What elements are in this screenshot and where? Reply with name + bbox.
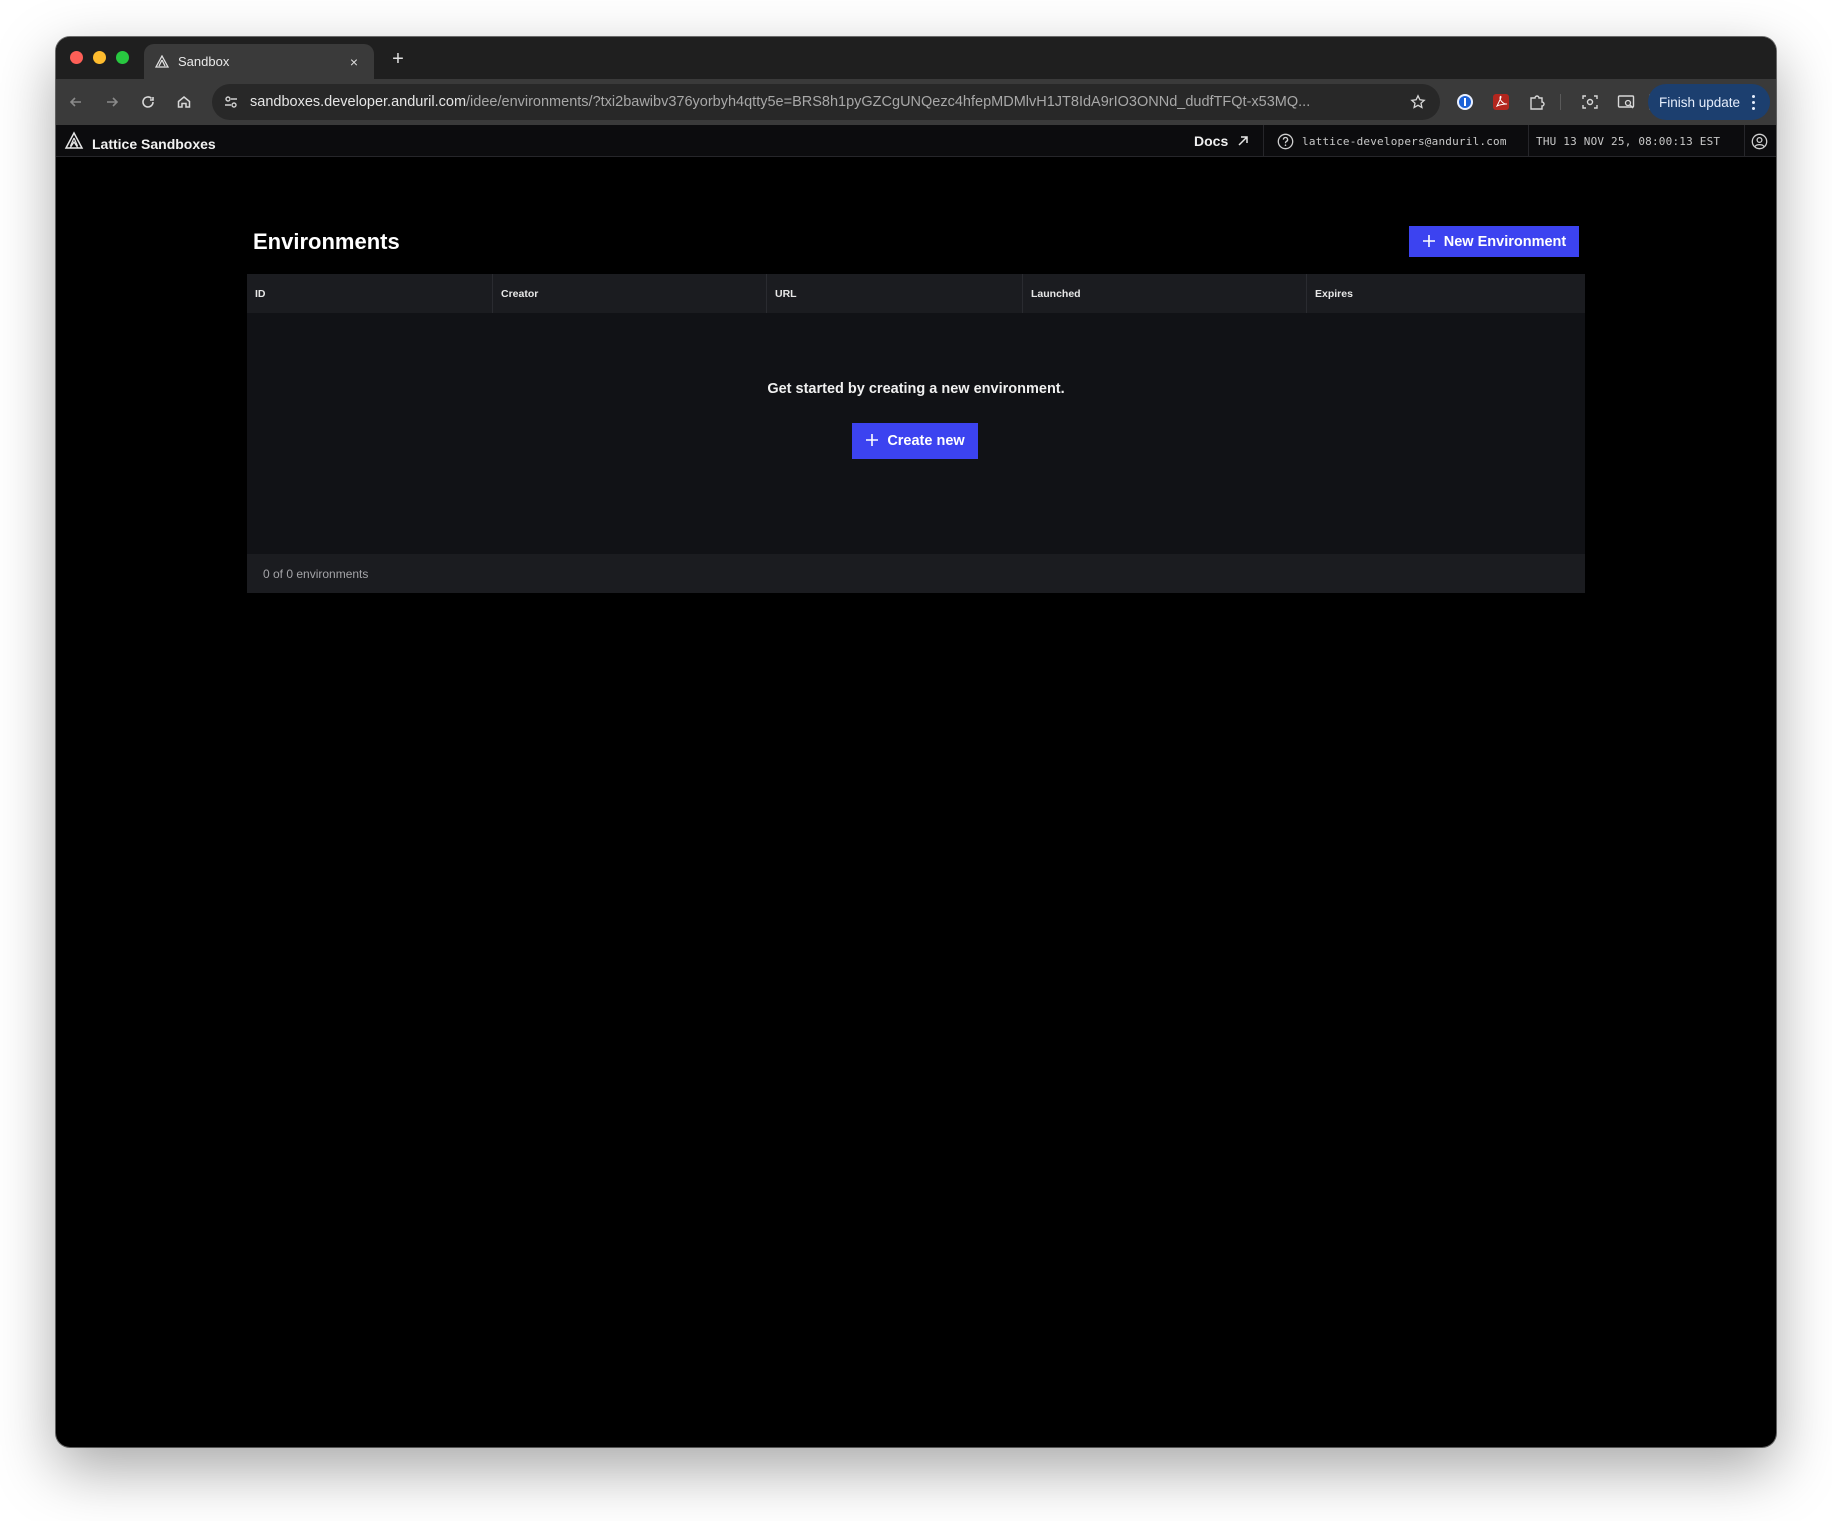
toolbar-divider	[1560, 94, 1561, 110]
table-header: ID Creator URL Launched Expires	[247, 274, 1585, 313]
brand[interactable]: Lattice Sandboxes	[64, 131, 216, 156]
user-email: lattice-developers@anduril.com	[1302, 134, 1507, 148]
plus-icon	[865, 432, 879, 450]
lattice-logo-icon	[64, 131, 84, 156]
tab-close-icon[interactable]: ×	[346, 54, 362, 70]
reload-icon[interactable]	[136, 90, 160, 114]
lattice-logo-icon	[154, 54, 170, 70]
url-host: sandboxes.developer.anduril.com	[250, 94, 467, 110]
column-header-launched[interactable]: Launched	[1023, 274, 1307, 313]
docs-link[interactable]: Docs	[1194, 125, 1250, 157]
1password-icon[interactable]	[1453, 90, 1477, 114]
tab-strip: Sandbox × +	[56, 37, 1776, 79]
arrow-right-icon[interactable]	[100, 90, 124, 114]
help-circle-icon[interactable]	[1277, 133, 1294, 150]
create-new-label: Create new	[887, 433, 965, 449]
docs-label: Docs	[1194, 133, 1229, 149]
header-divider	[1263, 125, 1264, 157]
user-circle-icon[interactable]	[1751, 133, 1768, 150]
finish-update-button[interactable]: Finish update	[1648, 84, 1770, 120]
url-path: /idee/environments/?txi2bawibv376yorbyh4…	[466, 94, 1311, 110]
arrow-left-icon[interactable]	[64, 90, 88, 114]
browser-tab-active[interactable]: Sandbox ×	[144, 44, 374, 79]
puzzle-icon[interactable]	[1525, 90, 1549, 114]
tab-title: Sandbox	[178, 54, 230, 69]
brand-title: Lattice Sandboxes	[92, 135, 216, 152]
new-tab-button[interactable]: +	[386, 47, 410, 71]
home-icon[interactable]	[172, 90, 196, 114]
star-icon[interactable]	[1408, 92, 1428, 112]
app-header: Lattice Sandboxes Docs lattice-developer…	[56, 125, 1776, 157]
maximize-window-button[interactable]	[116, 51, 129, 64]
header-divider	[1744, 125, 1745, 157]
minimize-window-button[interactable]	[93, 51, 106, 64]
tune-icon[interactable]	[220, 91, 242, 113]
create-new-button[interactable]: Create new	[852, 423, 978, 459]
browser-toolbar: sandboxes.developer.anduril.com/idee/env…	[56, 79, 1776, 125]
page-title: Environments	[253, 229, 400, 254]
datetime-text: THU 13 NOV 25, 08:00:13 EST	[1536, 134, 1721, 148]
datetime-display: THU 13 NOV 25, 08:00:13 EST	[1536, 125, 1720, 157]
account-button[interactable]	[1751, 125, 1768, 157]
new-environment-label: New Environment	[1443, 233, 1567, 250]
finish-update-label: Finish update	[1659, 94, 1741, 110]
column-header-id[interactable]: ID	[247, 274, 493, 313]
close-window-button[interactable]	[70, 51, 83, 64]
acrobat-icon[interactable]	[1489, 90, 1513, 114]
help-user[interactable]: lattice-developers@anduril.com	[1277, 125, 1507, 157]
column-header-expires[interactable]: Expires	[1307, 274, 1585, 313]
empty-state-message: Get started by creating a new environmen…	[767, 381, 1065, 397]
column-header-url[interactable]: URL	[767, 274, 1023, 313]
header-divider	[1528, 125, 1529, 157]
external-link-icon	[1236, 134, 1250, 148]
environment-count: 0 of 0 environments	[263, 566, 369, 581]
camera-capture-icon[interactable]	[1578, 90, 1602, 114]
environments-table: ID Creator URL Launched Expires Get star…	[247, 274, 1585, 593]
new-environment-button[interactable]: New Environment	[1409, 226, 1579, 257]
column-header-creator[interactable]: Creator	[493, 274, 767, 313]
url-text: sandboxes.developer.anduril.com/idee/env…	[250, 94, 1340, 110]
address-bar[interactable]: sandboxes.developer.anduril.com/idee/env…	[212, 84, 1440, 120]
browser-window: Sandbox × + sandboxes.developer.anduril.…	[56, 37, 1776, 1447]
kebab-menu-icon[interactable]	[1752, 95, 1756, 113]
cast-search-icon[interactable]	[1614, 90, 1638, 114]
table-footer: 0 of 0 environments	[247, 554, 1585, 593]
plus-icon	[1422, 233, 1436, 251]
